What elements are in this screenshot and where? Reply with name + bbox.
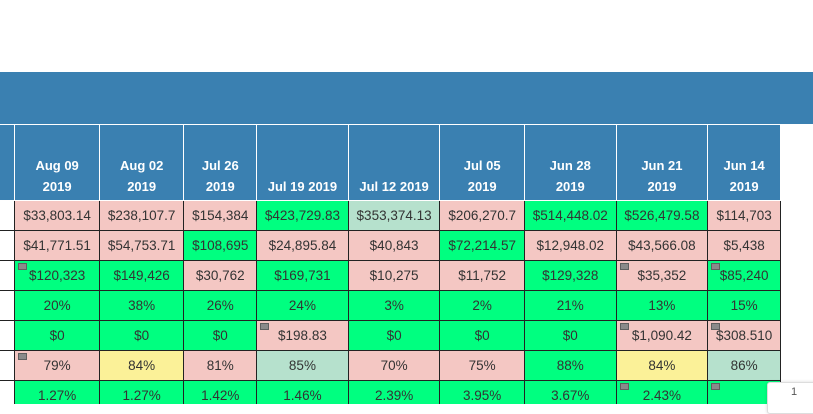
table-cell[interactable]: 88% <box>523 350 617 381</box>
table-cell[interactable]: $5,438 <box>707 230 781 261</box>
table-cell[interactable]: 2.43% <box>615 380 709 404</box>
table-cell[interactable]: $154,384 <box>183 200 258 231</box>
table-body: $33,803.14 $238,107.7 $154,384 $423,729.83 $… <box>0 200 781 404</box>
table-cell[interactable]: $35,352 <box>615 260 709 291</box>
table-cell[interactable]: 2% <box>439 290 525 321</box>
table-cell[interactable]: $114,703 <box>707 200 781 231</box>
table-cell[interactable]: 1.42% <box>183 380 258 404</box>
table-cell[interactable]: 13% <box>615 290 709 321</box>
table-cell[interactable] <box>0 200 16 231</box>
table-cell[interactable]: $108,695 <box>183 230 258 261</box>
table-cell[interactable]: $120,323 <box>14 260 100 291</box>
table-cell[interactable]: $0 <box>523 320 617 351</box>
table-cell[interactable]: 84% <box>98 350 185 381</box>
table-cell[interactable]: 79% <box>14 350 100 381</box>
data-grid: g 6 19Aug 09 2019Aug 02 2019Jul 26 2019J… <box>0 124 813 404</box>
table-cell[interactable]: $129,328 <box>523 260 617 291</box>
table-cell[interactable] <box>0 380 16 404</box>
column-header[interactable]: Jun 28 2019 <box>523 124 617 201</box>
table-cell[interactable]: 24% <box>256 290 349 321</box>
column-header[interactable]: Aug 02 2019 <box>98 124 185 201</box>
table-row: $41,771.51 $54,753.71 $108,695 $24,895.84 $4… <box>0 230 781 261</box>
table-cell[interactable]: $11,752 <box>439 260 525 291</box>
table-cell[interactable]: $0 <box>347 320 441 351</box>
table-cell[interactable]: 85% <box>256 350 349 381</box>
column-header[interactable]: Jul 19 2019 <box>256 124 349 201</box>
table-cell[interactable] <box>0 290 16 321</box>
table-cell[interactable]: $0 <box>439 320 525 351</box>
table-cell[interactable]: $0 <box>14 320 100 351</box>
table-cell[interactable]: 3.95% <box>439 380 525 404</box>
table-cell[interactable]: $308.510 <box>707 320 781 351</box>
table-cell[interactable]: $169,731 <box>256 260 349 291</box>
table-cell[interactable]: 21% <box>523 290 617 321</box>
table-cell[interactable]: 3% <box>347 290 441 321</box>
table-cell[interactable]: $526,479.58 <box>615 200 709 231</box>
table-cell[interactable]: $238,107.7 <box>98 200 185 231</box>
table-cell[interactable]: $85,240 <box>707 260 781 291</box>
table-cell[interactable]: 86% <box>707 350 781 381</box>
column-header[interactable]: Jul 26 2019 <box>183 124 258 201</box>
table-cell[interactable]: $54,753.71 <box>98 230 185 261</box>
table-cell[interactable]: 1.27% <box>98 380 185 404</box>
column-header[interactable]: Aug 09 2019 <box>14 124 100 201</box>
header-row: g 6 19Aug 09 2019Aug 02 2019Jul 26 2019J… <box>0 124 781 201</box>
table-cell[interactable]: $24,895.84 <box>256 230 349 261</box>
table-cell[interactable]: $206,270.7 <box>439 200 525 231</box>
table-cell[interactable]: $1,090.42 <box>615 320 709 351</box>
table-cell[interactable]: 81% <box>183 350 258 381</box>
table-cell[interactable]: 15% <box>707 290 781 321</box>
table-cell[interactable] <box>0 320 16 351</box>
table-cell[interactable]: 1.46% <box>256 380 349 404</box>
table-cell[interactable] <box>0 350 16 381</box>
table-cell[interactable]: $0 <box>183 320 258 351</box>
table-row: 79% 84% 81% 85% 70% 75% 88% 84% 86% <box>0 350 781 381</box>
table-row: 1.27% 1.27% 1.42% 1.46% 2.39% 3.95% 3.67% 2.43% <box>0 380 781 404</box>
weekly-metrics-table: g 6 19Aug 09 2019Aug 02 2019Jul 26 2019J… <box>0 124 781 404</box>
column-header[interactable]: g 6 19 <box>0 124 16 201</box>
table-cell[interactable] <box>0 260 16 291</box>
table-cell[interactable]: 38% <box>98 290 185 321</box>
table-cell[interactable]: $10,275 <box>347 260 441 291</box>
table-cell[interactable]: $198.83 <box>256 320 349 351</box>
table-cell[interactable]: 70% <box>347 350 441 381</box>
table-row: $0 $0 $0 $198.83 $0 $0 $0 $1,090.42 $308.510 <box>0 320 781 351</box>
table-cell[interactable]: 2.39% <box>347 380 441 404</box>
table-cell[interactable]: 3.67% <box>523 380 617 404</box>
table-cell[interactable]: 84% <box>615 350 709 381</box>
table-header-banner <box>0 72 813 124</box>
table-cell[interactable]: $423,729.83 <box>256 200 349 231</box>
table-cell[interactable]: 26% <box>183 290 258 321</box>
table-row: 20% 38% 26% 24% 3% 2% 21% 13% 15% <box>0 290 781 321</box>
sheet-scroll-tab[interactable]: 1 <box>767 382 813 414</box>
table-cell[interactable]: $30,762 <box>183 260 258 291</box>
column-header[interactable]: Jul 12 2019 <box>347 124 441 201</box>
table-cell[interactable]: $43,566.08 <box>615 230 709 261</box>
table-cell[interactable]: $149,426 <box>98 260 185 291</box>
table-cell[interactable]: $0 <box>98 320 185 351</box>
column-header[interactable]: Jun 21 2019 <box>615 124 709 201</box>
table-cell[interactable]: $40,843 <box>347 230 441 261</box>
table-cell[interactable]: $514,448.02 <box>523 200 617 231</box>
table-cell[interactable]: $72,214.57 <box>439 230 525 261</box>
table-cell[interactable] <box>0 230 16 261</box>
table-cell[interactable]: $12,948.02 <box>523 230 617 261</box>
table-cell[interactable]: 20% <box>14 290 100 321</box>
table-row: $120,323 $149,426 $30,762 $169,731 $10,275 $1… <box>0 260 781 291</box>
column-header[interactable]: Jun 14 2019 <box>707 124 781 201</box>
table-row: $33,803.14 $238,107.7 $154,384 $423,729.83 $… <box>0 200 781 231</box>
table-cell[interactable]: $353,374.13 <box>347 200 441 231</box>
table-cell[interactable]: 1.27% <box>14 380 100 404</box>
table-cell[interactable]: $41,771.51 <box>14 230 100 261</box>
table-cell[interactable]: 75% <box>439 350 525 381</box>
column-header[interactable]: Jul 05 2019 <box>439 124 525 201</box>
table-cell[interactable]: $33,803.14 <box>14 200 100 231</box>
